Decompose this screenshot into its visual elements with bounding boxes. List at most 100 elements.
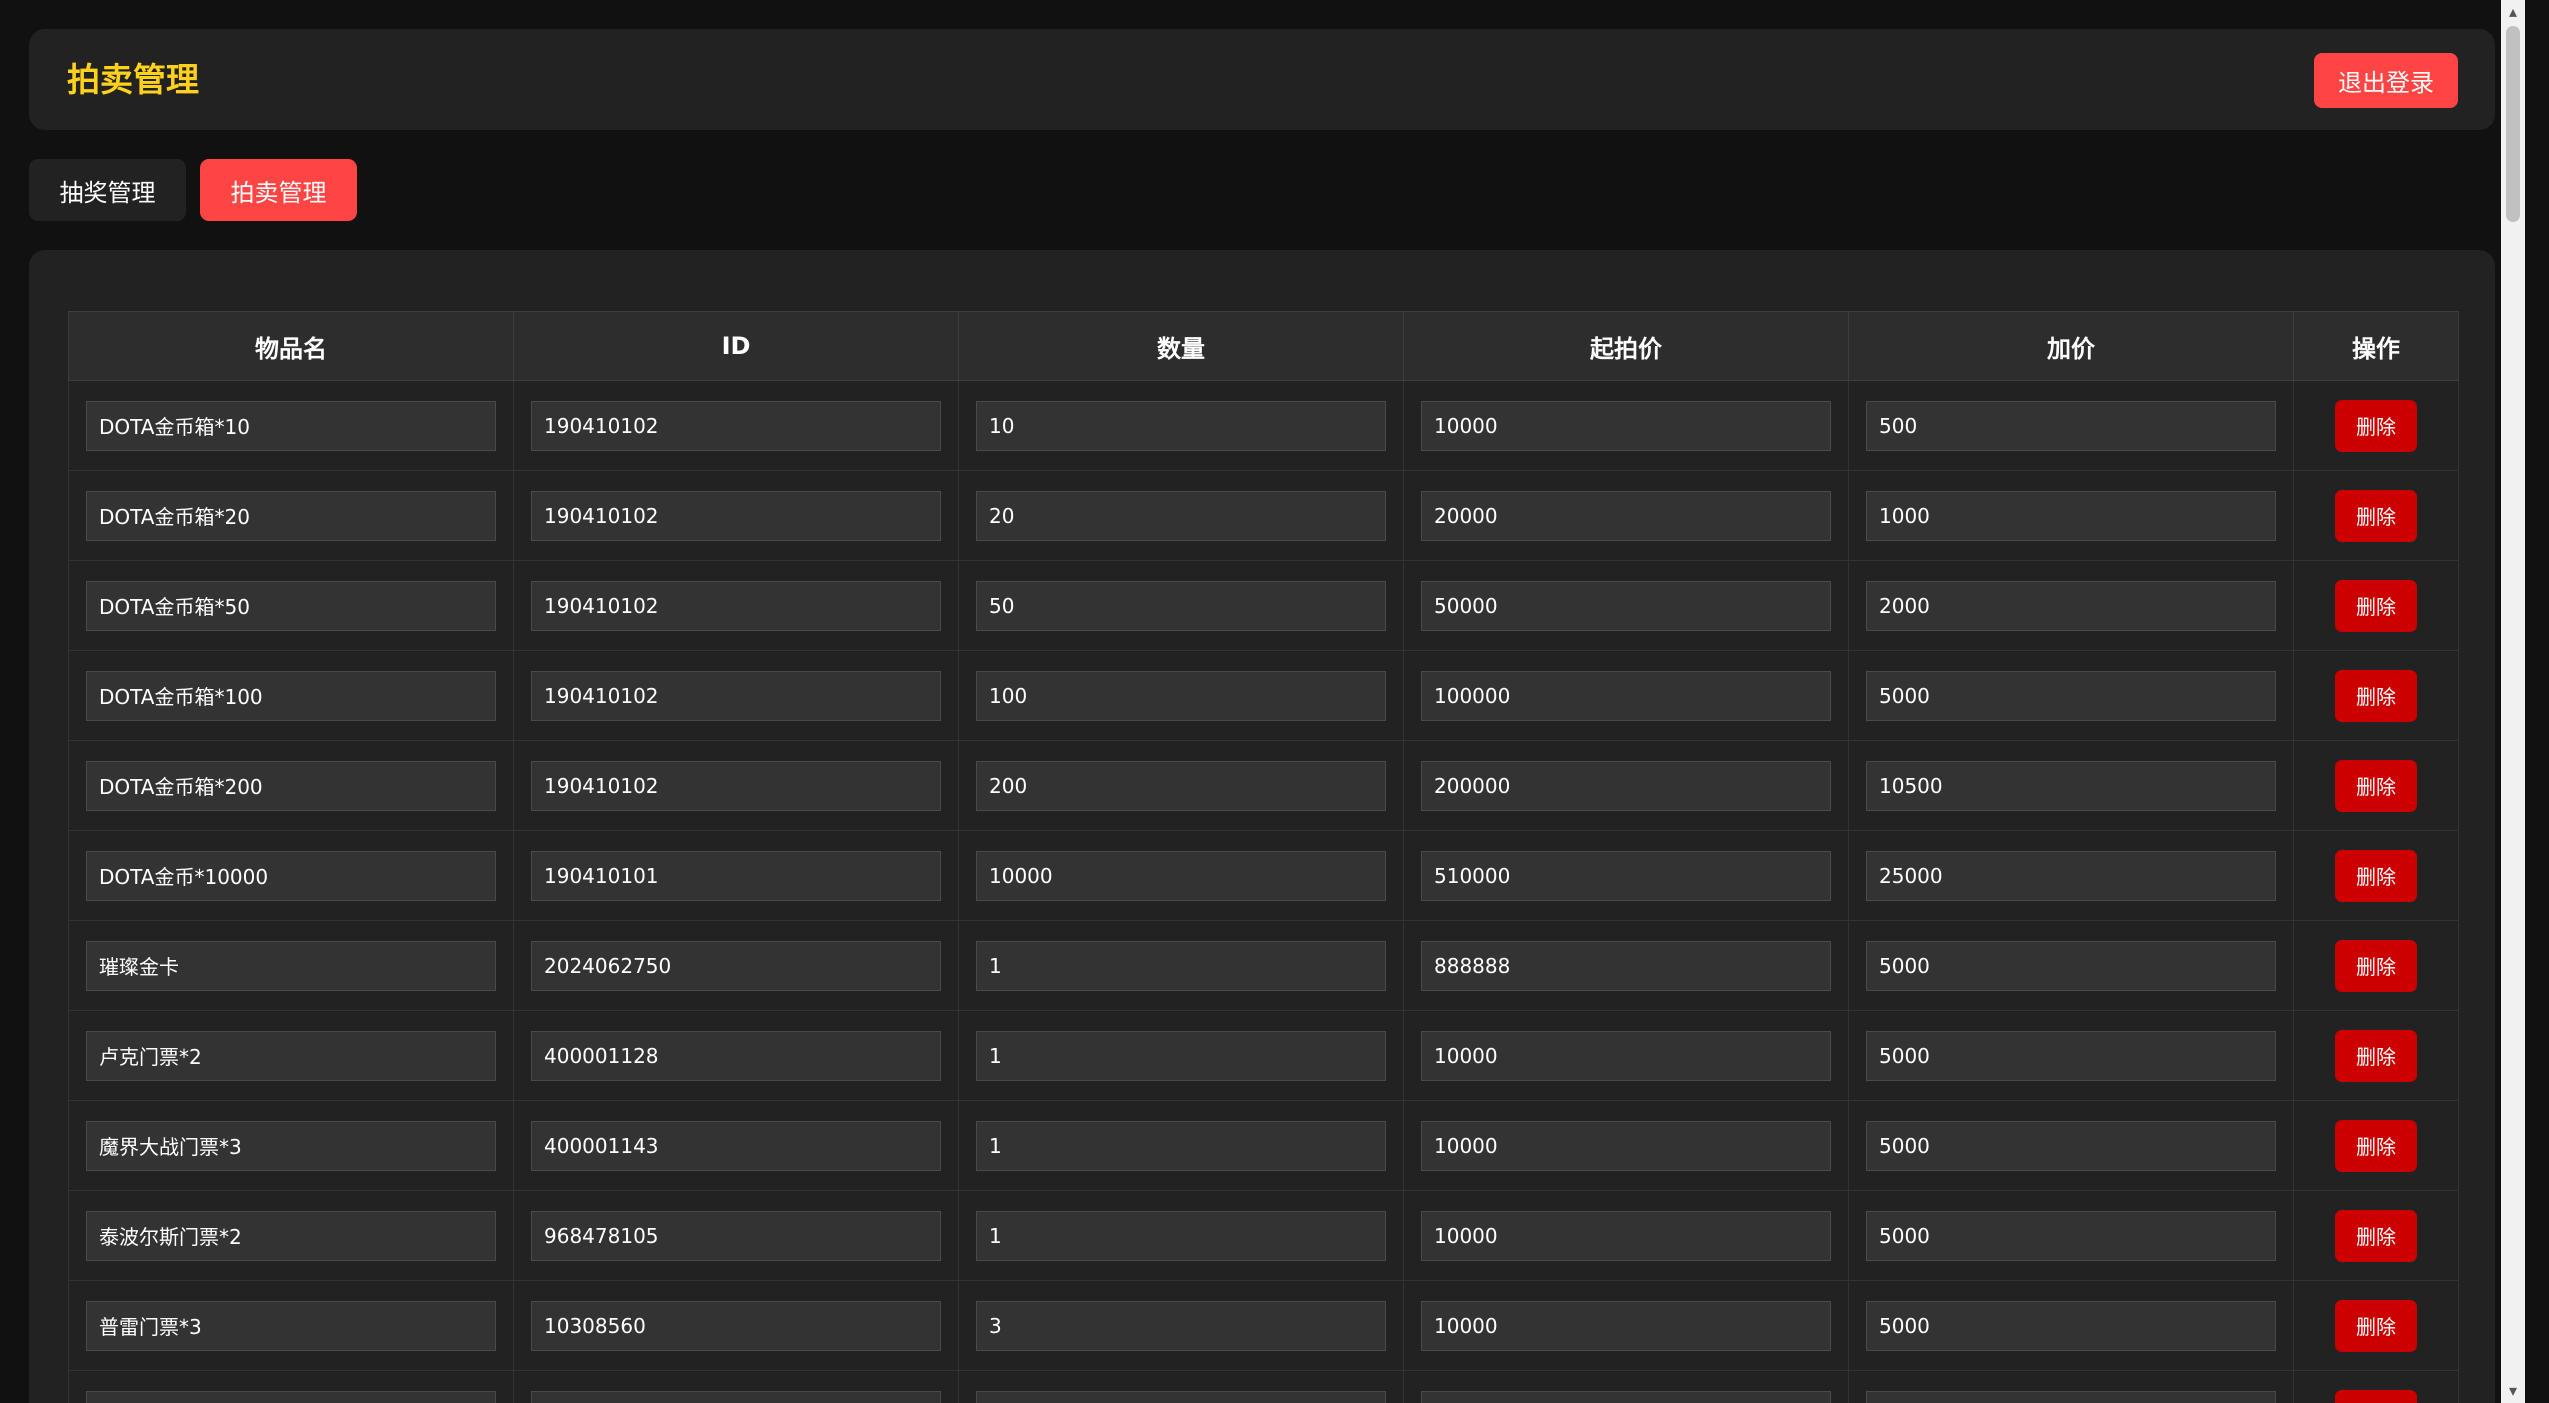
start-price-input[interactable] — [1421, 760, 1831, 811]
delete-button[interactable]: 删除 — [2335, 1209, 2417, 1262]
table-cell — [958, 1370, 1404, 1403]
quantity-input[interactable] — [976, 670, 1386, 721]
increment-input[interactable] — [1866, 1030, 2276, 1081]
quantity-input[interactable] — [976, 490, 1386, 541]
start-price-input[interactable] — [1421, 1120, 1831, 1171]
tab-lottery-management[interactable]: 抽奖管理 — [29, 159, 186, 221]
start-price-input[interactable] — [1421, 940, 1831, 991]
item-name-input[interactable] — [86, 490, 496, 541]
delete-button[interactable]: 删除 — [2335, 1299, 2417, 1352]
scrollbar-thumb[interactable] — [2506, 26, 2520, 222]
delete-button[interactable]: 删除 — [2335, 489, 2417, 542]
tab-auction-management[interactable]: 拍卖管理 — [200, 159, 357, 221]
vertical-scrollbar[interactable]: ▴ ▾ — [2501, 0, 2525, 1403]
table-cell — [1848, 1100, 2294, 1191]
delete-button[interactable]: 删除 — [2335, 939, 2417, 992]
item-id-input[interactable] — [531, 490, 941, 541]
item-name-input[interactable] — [86, 1300, 496, 1351]
increment-input[interactable] — [1866, 760, 2276, 811]
start-price-input[interactable] — [1421, 1390, 1831, 1403]
increment-input[interactable] — [1866, 1210, 2276, 1261]
item-name-input[interactable] — [86, 850, 496, 901]
quantity-input[interactable] — [976, 760, 1386, 811]
item-name-input[interactable] — [86, 1120, 496, 1171]
table-cell — [513, 1100, 959, 1191]
logout-button[interactable]: 退出登录 — [2314, 53, 2458, 108]
increment-input[interactable] — [1866, 1120, 2276, 1171]
increment-input[interactable] — [1866, 940, 2276, 991]
quantity-input[interactable] — [976, 940, 1386, 991]
table-cell — [958, 650, 1404, 741]
item-id-input[interactable] — [531, 1120, 941, 1171]
quantity-input[interactable] — [976, 1030, 1386, 1081]
delete-button[interactable]: 删除 — [2335, 759, 2417, 812]
start-price-input[interactable] — [1421, 1300, 1831, 1351]
delete-button[interactable]: 删除 — [2335, 1389, 2417, 1403]
table-cell — [513, 1010, 959, 1101]
item-id-input[interactable] — [531, 400, 941, 451]
scroll-down-arrow-icon[interactable]: ▾ — [2501, 1379, 2525, 1403]
column-header-quantity: 数量 — [958, 311, 1404, 381]
start-price-input[interactable] — [1421, 400, 1831, 451]
item-name-input[interactable] — [86, 670, 496, 721]
table-cell — [1403, 470, 1849, 561]
item-id-input[interactable] — [531, 760, 941, 811]
item-id-input[interactable] — [531, 1210, 941, 1261]
item-id-input[interactable] — [531, 1030, 941, 1081]
scroll-up-arrow-icon[interactable]: ▴ — [2501, 0, 2525, 24]
table-cell — [958, 470, 1404, 561]
table-row: 删除 — [68, 1370, 2459, 1403]
item-name-input[interactable] — [86, 1030, 496, 1081]
quantity-input[interactable] — [976, 1300, 1386, 1351]
quantity-input[interactable] — [976, 1120, 1386, 1171]
start-price-input[interactable] — [1421, 580, 1831, 631]
table-cell — [513, 740, 959, 831]
delete-button[interactable]: 删除 — [2335, 1119, 2417, 1172]
increment-input[interactable] — [1866, 490, 2276, 541]
quantity-input[interactable] — [976, 1390, 1386, 1403]
item-name-input[interactable] — [86, 580, 496, 631]
start-price-input[interactable] — [1421, 490, 1831, 541]
increment-input[interactable] — [1866, 580, 2276, 631]
table-cell — [68, 1370, 514, 1403]
item-id-input[interactable] — [531, 580, 941, 631]
delete-button[interactable]: 删除 — [2335, 1029, 2417, 1082]
table-cell — [68, 920, 514, 1011]
increment-input[interactable] — [1866, 670, 2276, 721]
increment-input[interactable] — [1866, 1300, 2276, 1351]
start-price-input[interactable] — [1421, 1210, 1831, 1261]
increment-input[interactable] — [1866, 400, 2276, 451]
delete-button[interactable]: 删除 — [2335, 849, 2417, 902]
increment-input[interactable] — [1866, 850, 2276, 901]
delete-button[interactable]: 删除 — [2335, 579, 2417, 632]
item-name-input[interactable] — [86, 1390, 496, 1403]
table-row: 删除 — [68, 920, 2459, 1011]
item-id-input[interactable] — [531, 850, 941, 901]
item-id-input[interactable] — [531, 1300, 941, 1351]
quantity-input[interactable] — [976, 400, 1386, 451]
delete-button[interactable]: 删除 — [2335, 399, 2417, 452]
table-cell — [513, 380, 959, 471]
item-id-input[interactable] — [531, 1390, 941, 1403]
table-cell — [513, 470, 959, 561]
item-id-input[interactable] — [531, 670, 941, 721]
quantity-input[interactable] — [976, 1210, 1386, 1261]
start-price-input[interactable] — [1421, 670, 1831, 721]
quantity-input[interactable] — [976, 580, 1386, 631]
table-cell — [1403, 1010, 1849, 1101]
item-name-input[interactable] — [86, 400, 496, 451]
table-cell — [1848, 470, 2294, 561]
column-header-actions: 操作 — [2293, 311, 2459, 381]
table-cell — [958, 1010, 1404, 1101]
item-name-input[interactable] — [86, 760, 496, 811]
item-name-input[interactable] — [86, 1210, 496, 1261]
delete-button[interactable]: 删除 — [2335, 669, 2417, 722]
item-name-input[interactable] — [86, 940, 496, 991]
quantity-input[interactable] — [976, 850, 1386, 901]
table-cell — [68, 470, 514, 561]
item-id-input[interactable] — [531, 940, 941, 991]
increment-input[interactable] — [1866, 1390, 2276, 1403]
start-price-input[interactable] — [1421, 1030, 1831, 1081]
start-price-input[interactable] — [1421, 850, 1831, 901]
table-cell — [513, 1190, 959, 1281]
